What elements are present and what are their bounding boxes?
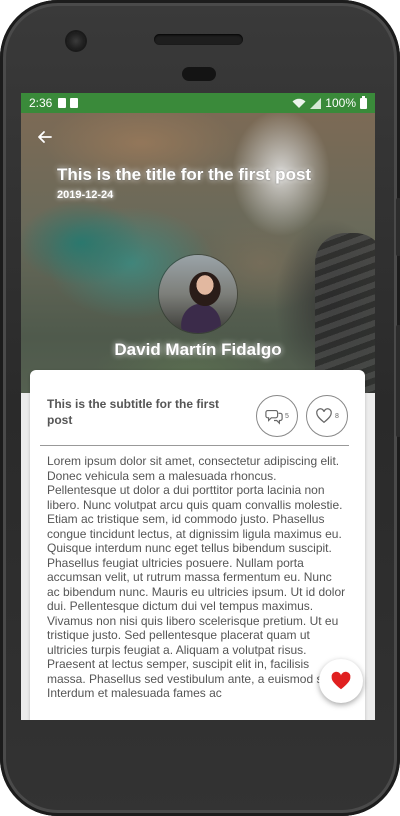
signal-icon (310, 97, 322, 109)
comments-icon (265, 410, 283, 425)
divider (40, 445, 349, 446)
heart-filled-icon (331, 671, 351, 690)
status-time: 2:36 (29, 96, 53, 110)
comments-count: 5 (285, 412, 289, 420)
notification-icon (58, 98, 67, 108)
phone-frame: 2:36 100% This is the title for the firs… (0, 0, 400, 816)
heart-outline-icon (316, 408, 332, 424)
likes-count: 8 (335, 412, 339, 420)
post-title: This is the title for the first post (57, 165, 312, 184)
post-body: Lorem ipsum dolor sit amet, consectetur … (47, 454, 346, 700)
sd-card-icon (70, 98, 79, 108)
back-button[interactable] (35, 127, 55, 147)
battery-percent: 100% (325, 96, 356, 110)
likes-button[interactable]: 8 (306, 395, 348, 437)
proximity-sensor (182, 67, 216, 81)
author-name: David Martín Fidalgo (114, 340, 282, 359)
arrow-back-icon (38, 131, 52, 143)
comments-button[interactable]: 5 (256, 395, 298, 437)
status-bar: 2:36 100% (21, 93, 375, 113)
header-image: This is the title for the first post 201… (21, 113, 375, 393)
tractor-wheel-shape (315, 233, 375, 393)
battery-icon (360, 95, 367, 109)
volume-button (396, 198, 400, 256)
post-card: This is the subtitle for the first post … (30, 370, 365, 720)
like-fab[interactable] (319, 659, 363, 703)
front-camera (67, 32, 85, 50)
wifi-icon (292, 98, 306, 108)
post-subtitle: This is the subtitle for the first post (47, 397, 220, 427)
earpiece-speaker (154, 34, 243, 45)
power-button (396, 325, 400, 437)
author-avatar[interactable] (159, 255, 237, 333)
screen: 2:36 100% This is the title for the firs… (21, 93, 375, 720)
post-date: 2019-12-24 (57, 189, 114, 201)
